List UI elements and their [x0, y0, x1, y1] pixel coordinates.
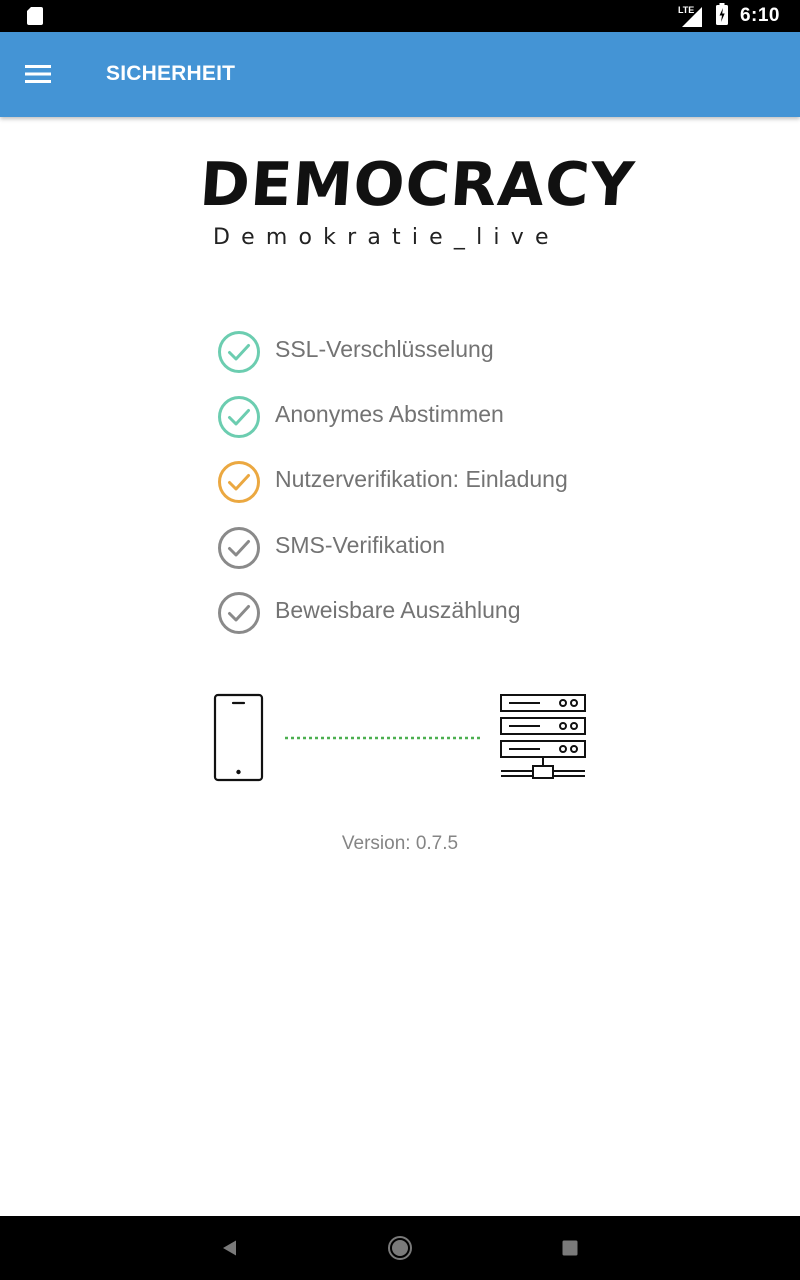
app-logo-title: DEMOCRACY [197, 150, 638, 220]
security-item-sms-verification: SMS-Verifikation [217, 526, 637, 570]
back-button[interactable] [214, 1232, 246, 1264]
security-item-label: Nutzerverifikation: Einladung [275, 466, 568, 492]
check-circle-icon [218, 331, 260, 373]
check-circle-icon [218, 396, 260, 438]
status-time: 6:10 [739, 5, 780, 26]
server-icon [500, 694, 586, 779]
security-screen: LTE 6:10 SICHERHEIT DEMOCRACY Demokratie… [0, 0, 800, 1280]
check-circle-icon [218, 527, 260, 569]
back-triangle-icon [223, 1240, 236, 1256]
home-circle-icon [388, 1236, 412, 1260]
security-item-label: SSL-Verschlüsselung [275, 336, 494, 362]
security-item-label: Beweisbare Auszählung [275, 597, 521, 623]
app-bar: SICHERHEIT [0, 32, 800, 117]
lte-signal-icon: LTE [678, 5, 704, 27]
recents-square-icon [562, 1240, 578, 1256]
menu-button[interactable] [18, 54, 58, 94]
sd-card-icon [27, 7, 43, 30]
recents-button[interactable] [554, 1232, 586, 1264]
hamburger-menu-icon [25, 65, 51, 83]
check-circle-icon [218, 461, 260, 503]
system-nav-bar [0, 1216, 800, 1280]
app-logo-subtitle: Demokratie_live [213, 225, 560, 250]
battery-charging-icon [715, 2, 728, 30]
security-item-verifiable-count: Beweisbare Auszählung [217, 591, 637, 635]
security-item-anonymous-voting: Anonymes Abstimmen [217, 395, 637, 439]
security-item-ssl: SSL-Verschlüsselung [217, 330, 637, 374]
home-button[interactable] [384, 1232, 416, 1264]
security-item-label: SMS-Verifikation [275, 532, 446, 558]
status-bar: LTE 6:10 [0, 0, 800, 32]
version-label: Version: 0.7.5 [341, 833, 459, 854]
check-circle-icon [218, 592, 260, 634]
smartphone-icon [213, 693, 264, 782]
security-item-user-verification: Nutzerverifikation: Einladung [217, 460, 637, 504]
connection-diagram [213, 693, 586, 782]
security-item-label: Anonymes Abstimmen [275, 401, 504, 427]
page-title: SICHERHEIT [106, 62, 236, 85]
